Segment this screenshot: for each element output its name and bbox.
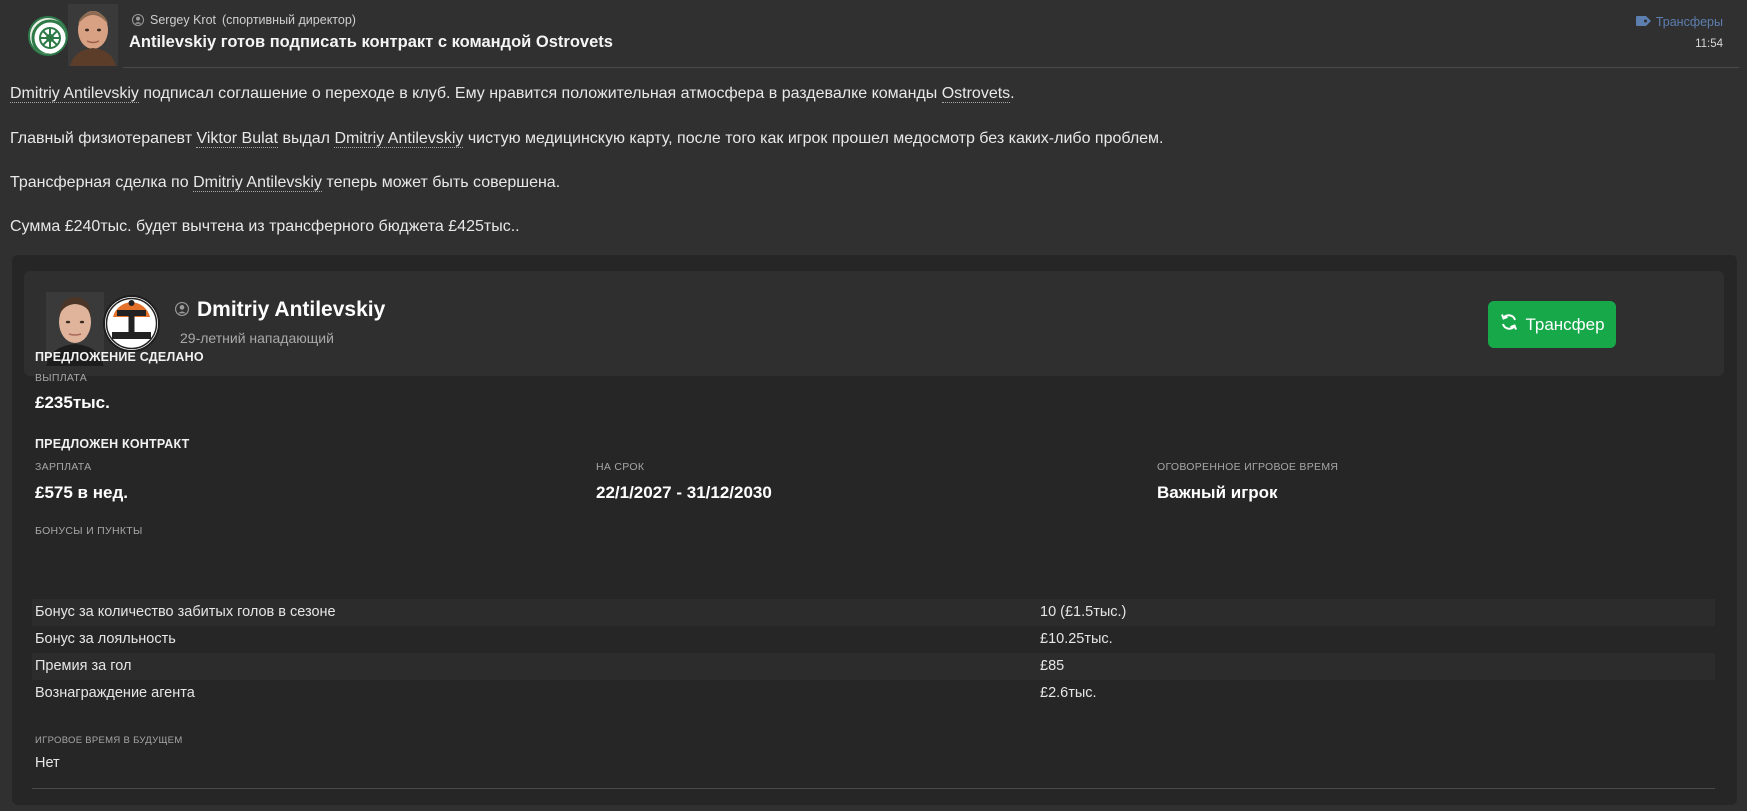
- bonus-value: 10 (£1.5тыс.): [1040, 604, 1127, 620]
- playtime-label: ОГОВОРЕННОЕ ИГРОВОЕ ВРЕМЯ: [1157, 461, 1339, 473]
- term-label: НА СРОК: [596, 461, 645, 473]
- player-link[interactable]: Dmitriy Antilevskiy: [10, 85, 139, 103]
- tag-icon: [1635, 15, 1651, 29]
- future-playtime-label: ИГРОВОЕ ВРЕМЯ В БУДУЩЕМ: [35, 735, 183, 746]
- player-name: Dmitriy Antilevskiy: [175, 298, 385, 322]
- paragraph-text: чистую медицинскую карту, после того как…: [463, 130, 1164, 147]
- club-link[interactable]: Ostrovets: [941, 85, 1011, 103]
- transfer-button-label: Трансфер: [1525, 314, 1605, 334]
- bonus-name: Премия за гол: [35, 658, 132, 674]
- body-paragraph-2: Главный физиотерапевт Viktor Bulat выдал…: [10, 130, 1164, 148]
- bonus-value: £85: [1040, 658, 1065, 674]
- paragraph-text: .: [1010, 85, 1015, 102]
- news-message: Sergey Krot (спортивный директор) Antile…: [0, 0, 1747, 811]
- offer-card: Dmitriy Antilevskiy 29-летний нападающий…: [12, 255, 1737, 805]
- transfer-button[interactable]: Трансфер: [1488, 301, 1616, 348]
- bonus-row: Бонус за лояльность £10.25тыс.: [32, 626, 1715, 653]
- player-panel: [24, 271, 1724, 376]
- message-time: 11:54: [1695, 38, 1723, 50]
- category-tag[interactable]: Трансферы: [1635, 15, 1723, 29]
- message-header: Sergey Krot (спортивный директор) Antile…: [0, 0, 1747, 70]
- body-paragraph-4: Сумма £240тыс. будет вычтена из трансфер…: [10, 218, 520, 235]
- playtime-value: Важный игрок: [1157, 483, 1278, 502]
- player-description: 29-летний нападающий: [180, 330, 334, 346]
- wage-label: ЗАРПЛАТА: [35, 461, 92, 473]
- person-icon: [175, 298, 189, 322]
- sender-line: Sergey Krot (спортивный директор): [132, 13, 356, 27]
- bonus-row: Бонус за количество забитых голов в сезо…: [32, 599, 1715, 626]
- body-paragraph-3: Трансферная сделка по Dmitriy Antilevski…: [10, 174, 560, 192]
- sender-name[interactable]: Sergey Krot: [150, 13, 216, 27]
- sender-role: (спортивный директор): [222, 13, 356, 27]
- paragraph-text: подписал соглашение о переходе в клуб. Е…: [138, 85, 942, 102]
- category-label: Трансферы: [1655, 15, 1723, 29]
- header-divider: [123, 67, 1739, 68]
- offer-section-title: ПРЕДЛОЖЕНИЕ СДЕЛАНО: [35, 350, 204, 364]
- paragraph-text: Трансферная сделка по: [10, 174, 194, 191]
- player-link[interactable]: Dmitriy Antilevskiy: [334, 130, 464, 148]
- player-name-label[interactable]: Dmitriy Antilevskiy: [197, 298, 385, 322]
- bonus-name: Бонус за лояльность: [35, 631, 176, 647]
- torpedo-badge-icon[interactable]: [103, 295, 160, 352]
- paragraph-text: теперь может быть совершена.: [321, 174, 561, 191]
- message-subject: Antilevskiy готов подписать контракт с к…: [129, 33, 613, 51]
- fee-value: £235тыс.: [35, 393, 110, 412]
- person-icon: [132, 14, 144, 26]
- bonus-value: £2.6тыс.: [1040, 685, 1097, 701]
- card-divider: [32, 788, 1715, 789]
- bonus-row: Вознаграждение агента £2.6тыс.: [32, 680, 1715, 707]
- physio-link[interactable]: Viktor Bulat: [196, 130, 278, 148]
- bonus-value: £10.25тыс.: [1040, 631, 1113, 647]
- fee-label: ВЫПЛАТА: [35, 372, 88, 384]
- body-paragraph-1: Dmitriy Antilevskiy подписал соглашение …: [10, 85, 1015, 103]
- contract-section-title: ПРЕДЛОЖЕН КОНТРАКТ: [35, 437, 190, 451]
- bonus-name: Бонус за количество забитых голов в сезо…: [35, 604, 336, 620]
- bonus-row: Премия за гол £85: [32, 653, 1715, 680]
- future-playtime-value: Нет: [35, 755, 60, 771]
- paragraph-text: выдал: [278, 130, 335, 147]
- term-value: 22/1/2027 - 31/12/2030: [596, 483, 772, 502]
- paragraph-text: Главный физиотерапевт: [10, 130, 197, 147]
- bonuses-label: БОНУСЫ И ПУНКТЫ: [35, 525, 143, 537]
- club-badge-icon[interactable]: [28, 16, 68, 56]
- player-link[interactable]: Dmitriy Antilevskiy: [193, 174, 322, 192]
- sender-avatar[interactable]: [68, 4, 118, 66]
- wage-value: £575 в нед.: [35, 483, 128, 502]
- bonus-name: Вознаграждение агента: [35, 685, 195, 701]
- refresh-icon: [1499, 312, 1519, 337]
